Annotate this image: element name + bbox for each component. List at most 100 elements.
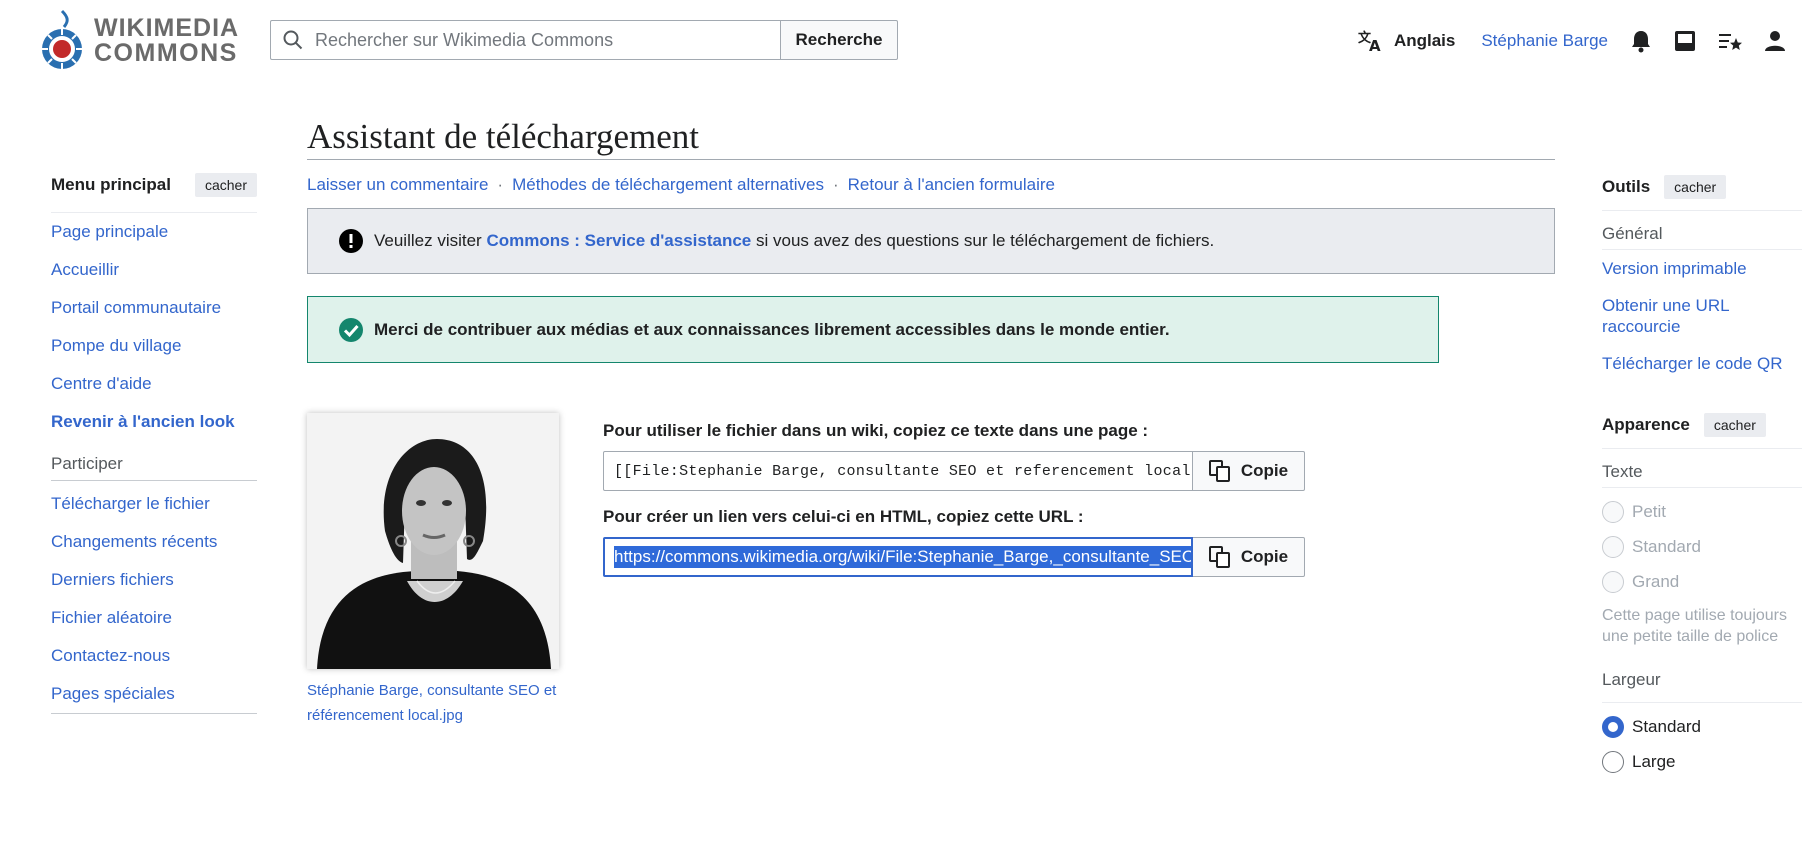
- text-size-note: Cette page utilise toujours une petite t…: [1602, 607, 1787, 645]
- nav-link[interactable]: Centre d'aide: [51, 374, 152, 393]
- logo-line-1: WIKIMEDIA: [94, 14, 240, 42]
- translate-icon: 文 A: [1358, 30, 1381, 52]
- appearance-hide-button[interactable]: cacher: [1703, 413, 1766, 437]
- user-tools: 文 A Anglais Stéphanie Barge: [1358, 24, 1786, 58]
- upload-result: Stéphanie Barge, consultante SEO et réfé…: [307, 413, 1555, 733]
- search-input[interactable]: [313, 28, 753, 52]
- main-menu: Menu principal cacher Page principale Ac…: [51, 172, 257, 714]
- page-action-links: Laisser un commentaire · Méthodes de tél…: [307, 174, 1555, 196]
- commons-logo-icon: [42, 9, 82, 69]
- search-field[interactable]: [270, 20, 780, 60]
- notice-prefix: Veuillez visiter: [374, 231, 487, 250]
- image-caption-link[interactable]: Stéphanie Barge, consultante SEO et réfé…: [307, 678, 557, 728]
- tools-title: Outils: [1602, 177, 1651, 196]
- success-message: Merci de contribuer aux médias et aux co…: [307, 296, 1439, 363]
- tool-link[interactable]: Obtenir une URL raccourcie: [1602, 296, 1729, 336]
- separator: ·: [497, 175, 504, 194]
- option-label: Standard: [1632, 716, 1701, 736]
- nav-link[interactable]: Accueillir: [51, 260, 119, 279]
- help-desk-link[interactable]: Commons : Service d'assistance: [486, 231, 751, 250]
- width-option-standard[interactable]: Standard: [1602, 709, 1802, 744]
- option-label: Grand: [1632, 571, 1680, 591]
- copy-button-label: Copie: [1240, 461, 1289, 480]
- tool-link[interactable]: Version imprimable: [1602, 259, 1747, 278]
- main-menu-hide-button[interactable]: cacher: [194, 173, 257, 197]
- inbox-icon[interactable]: [1674, 30, 1696, 52]
- feedback-link[interactable]: Laisser un commentaire: [307, 175, 488, 195]
- uploaded-image-thumbnail[interactable]: [307, 413, 559, 669]
- old-form-link[interactable]: Retour à l'ancien formulaire: [848, 175, 1055, 195]
- main-menu-list: Page principale Accueillir Portail commu…: [51, 212, 257, 441]
- nav-link[interactable]: Derniers fichiers: [51, 570, 174, 589]
- radio-button: [1602, 500, 1624, 523]
- nav-link[interactable]: Contactez-nous: [51, 646, 170, 665]
- success-text: Merci de contribuer aux médias et aux co…: [374, 319, 1170, 339]
- user-icon[interactable]: [1764, 30, 1786, 52]
- text-size-option-standard: Standard: [1602, 529, 1802, 564]
- alert-icon: [339, 229, 363, 253]
- main-content: Assistant de téléchargement Laisser un c…: [307, 112, 1555, 733]
- radio-button[interactable]: [1602, 750, 1624, 773]
- bell-icon[interactable]: [1630, 29, 1652, 53]
- language-selector[interactable]: 文 A Anglais: [1358, 30, 1455, 52]
- search-button[interactable]: Recherche: [780, 20, 898, 60]
- radio-button: [1602, 570, 1624, 593]
- nav-link[interactable]: Télécharger le fichier: [51, 494, 210, 513]
- option-label: Large: [1632, 751, 1676, 771]
- participate-list: Télécharger le fichier Changements récen…: [51, 485, 257, 714]
- site-header: WIKIMEDIA COMMONS Recherche 文 A Anglais …: [0, 0, 1802, 80]
- nav-link[interactable]: Revenir à l'ancien look: [51, 412, 235, 431]
- appearance-header: Apparence cacher: [1602, 410, 1802, 440]
- nav-link[interactable]: Portail communautaire: [51, 298, 221, 317]
- nav-item-recent-changes: Changements récents: [51, 523, 257, 561]
- portrait-photo-icon: [307, 413, 559, 669]
- success-check-icon: [339, 317, 363, 342]
- copy-usage-area: Pour utiliser le fichier dans un wiki, c…: [603, 413, 1305, 577]
- main-menu-header: Menu principal cacher: [51, 172, 257, 202]
- width-heading: Largeur: [1602, 665, 1802, 703]
- watchlist-icon[interactable]: [1718, 30, 1742, 52]
- html-url-text: https://commons.wikimedia.org/wiki/File:…: [614, 546, 1191, 568]
- nav-item-old-look: Revenir à l'ancien look: [51, 403, 257, 441]
- tool-link[interactable]: Télécharger le code QR: [1602, 354, 1782, 373]
- text-size-option-large: Grand: [1602, 564, 1802, 599]
- nav-link[interactable]: Pompe du village: [51, 336, 181, 355]
- general-heading: Général: [1602, 210, 1802, 250]
- logo-line-2: COMMONS: [94, 39, 238, 67]
- wikimedia-commons-logo[interactable]: WIKIMEDIA COMMONS: [38, 9, 239, 73]
- nav-item-special-pages: Pages spéciales: [51, 675, 257, 713]
- width-option-large[interactable]: Large: [1602, 744, 1802, 779]
- tool-item-printable: Version imprimable: [1602, 258, 1802, 279]
- alternative-upload-link[interactable]: Méthodes de téléchargement alternatives: [512, 175, 824, 195]
- nav-link[interactable]: Pages spéciales: [51, 684, 175, 703]
- nav-item-upload: Télécharger le fichier: [51, 485, 257, 523]
- radio-button-selected[interactable]: [1602, 715, 1624, 738]
- tool-item-short-url: Obtenir une URL raccourcie: [1602, 295, 1802, 337]
- nav-item-community-portal: Portail communautaire: [51, 289, 257, 327]
- user-page-link[interactable]: Stéphanie Barge: [1481, 31, 1608, 51]
- nav-item-welcome: Accueillir: [51, 251, 257, 289]
- tool-item-qr-code: Télécharger le code QR: [1602, 353, 1802, 374]
- copy-button-label: Copie: [1240, 547, 1289, 566]
- tools-list: Version imprimable Obtenir une URL racco…: [1602, 258, 1802, 374]
- copy-icon: [1208, 460, 1230, 482]
- nav-item-main-page: Page principale: [51, 213, 257, 251]
- tools-header: Outils cacher: [1602, 172, 1802, 202]
- nav-link[interactable]: Page principale: [51, 222, 168, 241]
- text-size-heading: Texte: [1602, 448, 1802, 488]
- nav-item-help-center: Centre d'aide: [51, 365, 257, 403]
- nav-item-latest-files: Derniers fichiers: [51, 561, 257, 599]
- nav-link[interactable]: Fichier aléatoire: [51, 608, 172, 627]
- search-icon: [283, 30, 303, 50]
- copy-wiki-button[interactable]: Copie: [1193, 451, 1305, 491]
- nav-item-random-file: Fichier aléatoire: [51, 599, 257, 637]
- tools-hide-button[interactable]: cacher: [1664, 175, 1727, 199]
- copy-url-button[interactable]: Copie: [1193, 537, 1305, 577]
- option-label: Petit: [1632, 501, 1667, 521]
- help-notice: Veuillez visiter Commons : Service d'ass…: [307, 208, 1555, 274]
- html-usage-row: https://commons.wikimedia.org/wiki/File:…: [603, 537, 1305, 577]
- page-title: Assistant de téléchargement: [307, 112, 1555, 160]
- wiki-code-field[interactable]: [[File:Stephanie Barge, consultante SEO …: [603, 451, 1193, 491]
- html-url-field[interactable]: https://commons.wikimedia.org/wiki/File:…: [603, 537, 1193, 577]
- nav-link[interactable]: Changements récents: [51, 532, 217, 551]
